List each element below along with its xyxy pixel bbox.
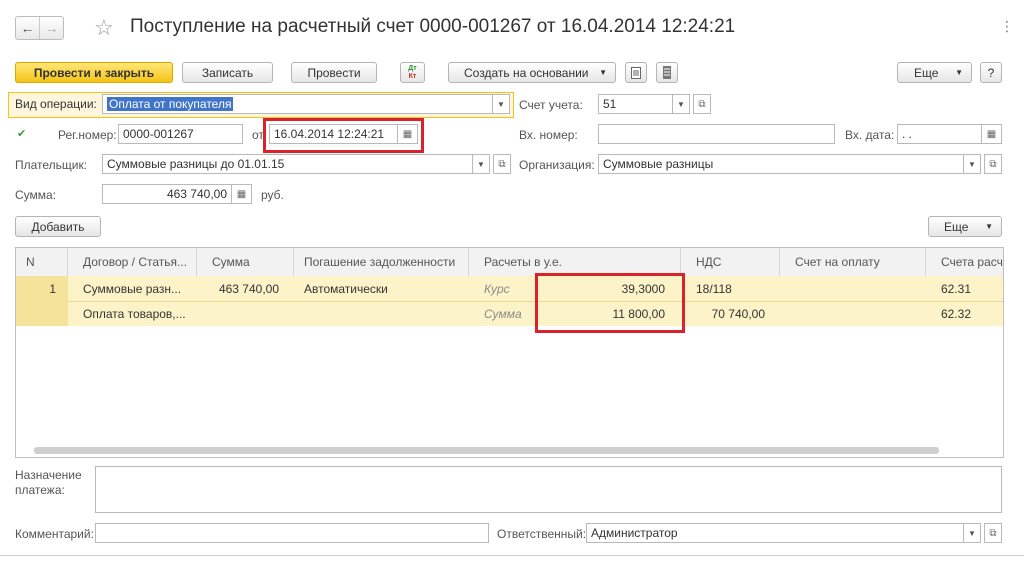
nav-buttons: ← → [15, 16, 64, 40]
contract-cell[interactable]: Суммовые разн... [68, 276, 197, 301]
in-number-field[interactable] [598, 124, 835, 144]
col-header-repayment[interactable]: Погашение задолженности [294, 248, 469, 276]
vat-rate-cell[interactable]: 18/118 [681, 276, 780, 301]
chevron-down-icon[interactable]: ▼ [964, 154, 981, 174]
print-icon[interactable] [625, 62, 647, 83]
dt-icon: Дт [408, 64, 417, 72]
chevron-down-icon: ▼ [599, 68, 607, 77]
post-button[interactable]: Провести [291, 62, 377, 83]
more-icon[interactable]: ⋮ [1000, 18, 1014, 35]
annotation-highlight-date [263, 118, 424, 153]
op-type-field[interactable]: Оплата от покупателя [102, 94, 493, 114]
more-button[interactable]: Еще ▼ [897, 62, 972, 83]
account-cell[interactable]: 62.31 [926, 276, 1003, 301]
forward-icon[interactable]: → [39, 17, 63, 39]
chevron-down-icon[interactable]: ▼ [964, 523, 981, 543]
contract-article-cell[interactable]: Оплата товаров,... [68, 301, 197, 326]
sum-cell[interactable]: 463 740,00 [197, 276, 294, 301]
currency-label: руб. [261, 188, 284, 202]
chevron-down-icon[interactable]: ▼ [473, 154, 490, 174]
col-header-vat[interactable]: НДС [681, 248, 780, 276]
kt-icon: Кт [408, 72, 417, 80]
open-icon[interactable]: ⧉ [984, 154, 1002, 174]
col-header-n[interactable]: N [16, 248, 68, 276]
table-more-button[interactable]: Еще ▼ [928, 216, 1002, 237]
purpose-label-line2: платежа: [15, 483, 65, 497]
save-button[interactable]: Записать [182, 62, 273, 83]
open-icon[interactable]: ⧉ [493, 154, 511, 174]
post-and-close-button[interactable]: Провести и закрыть [15, 62, 173, 83]
annotation-highlight-rate-sum [535, 273, 685, 333]
list-icon[interactable] [656, 62, 678, 83]
comment-field[interactable] [95, 523, 489, 543]
more-label: Еще [914, 65, 939, 80]
account-label: Счет учета: [519, 98, 583, 112]
op-type-label: Вид операции: [15, 97, 97, 111]
chevron-down-icon[interactable]: ▼ [673, 94, 690, 114]
open-icon[interactable]: ⧉ [984, 523, 1002, 543]
vat-sum-cell[interactable]: 70 740,00 [681, 301, 780, 326]
purpose-label-line1: Назначение [15, 468, 82, 482]
repayment-cell[interactable]: Автоматически [294, 276, 469, 301]
help-button[interactable]: ? [980, 62, 1002, 83]
chevron-down-icon: ▼ [985, 222, 993, 231]
sum-label: Сумма: [15, 188, 57, 202]
col-header-accounts[interactable]: Счета расче [926, 248, 1003, 276]
responsible-field[interactable]: Администратор [586, 523, 964, 543]
dt-kt-report-button[interactable]: Дт Кт [400, 62, 425, 83]
in-date-label: Вх. дата: [845, 128, 895, 142]
chevron-down-icon: ▼ [955, 68, 963, 77]
payer-label: Плательщик: [15, 158, 88, 172]
payments-table: N Договор / Статья... Сумма Погашение за… [15, 247, 1004, 458]
reg-number-field[interactable]: 0000-001267 [118, 124, 243, 144]
col-header-settlement-ue[interactable]: Расчеты в у.е. [469, 248, 681, 276]
reg-number-label: Рег.номер: [58, 128, 117, 142]
table-more-label: Еще [944, 219, 969, 234]
organization-field[interactable]: Суммовые разницы [598, 154, 964, 174]
payment-purpose-field[interactable] [95, 466, 1002, 513]
chevron-down-icon[interactable]: ▼ [493, 94, 510, 114]
op-type-value: Оплата от покупателя [107, 97, 234, 111]
col-header-sum[interactable]: Сумма [197, 248, 294, 276]
responsible-label: Ответственный: [497, 527, 587, 541]
horizontal-scrollbar[interactable] [34, 447, 939, 454]
bottom-divider [0, 555, 1024, 556]
page-title: Поступление на расчетный счет 0000-00126… [130, 16, 736, 37]
col-header-invoice[interactable]: Счет на оплату [780, 248, 926, 276]
posted-icon: ✔ [17, 128, 27, 140]
sum-field[interactable]: 463 740,00 [102, 184, 232, 204]
open-icon[interactable]: ⧉ [693, 94, 711, 114]
organization-label: Организация: [519, 158, 595, 172]
add-row-button[interactable]: Добавить [15, 216, 101, 237]
in-number-label: Вх. номер: [519, 128, 578, 142]
create-based-on-button[interactable]: Создать на основании ▼ [448, 62, 616, 83]
payer-field[interactable]: Суммовые разницы до 01.01.15 [102, 154, 473, 174]
calculator-icon[interactable]: ▦ [232, 184, 252, 204]
back-icon[interactable]: ← [16, 17, 39, 39]
account-cell-2[interactable]: 62.32 [926, 301, 1003, 326]
calendar-icon[interactable]: ▦ [982, 124, 1002, 144]
account-field[interactable]: 51 [598, 94, 673, 114]
star-icon[interactable]: ☆ [94, 15, 114, 41]
col-header-contract[interactable]: Договор / Статья... [68, 248, 197, 276]
in-date-field[interactable]: . . [897, 124, 982, 144]
row-number: 1 [49, 281, 56, 296]
comment-label: Комментарий: [15, 527, 94, 541]
create-based-on-label: Создать на основании [464, 65, 589, 80]
